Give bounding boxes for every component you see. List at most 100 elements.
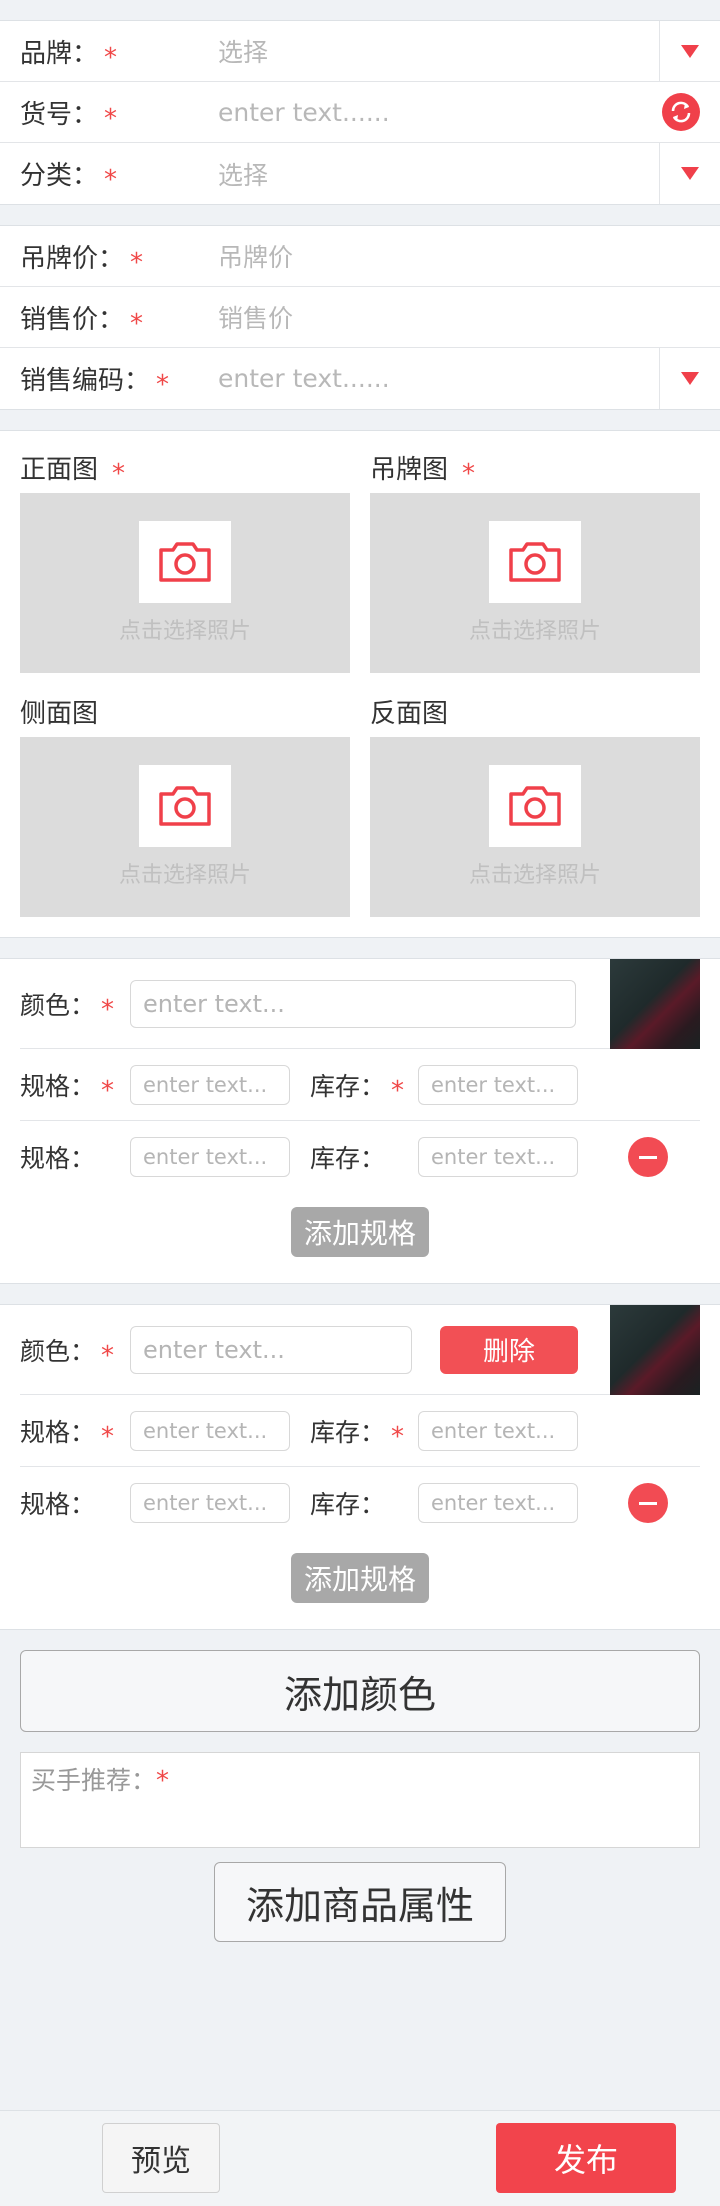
- brand-row[interactable]: 品牌： * 选择: [0, 20, 720, 82]
- stock-label: 库存： *: [310, 1417, 405, 1452]
- add-attribute-button[interactable]: 添加商品属性: [214, 1862, 506, 1942]
- stock-input[interactable]: enter text...: [418, 1483, 578, 1523]
- color-block-2: 颜色： * enter text... 删除 规格： * enter text...…: [0, 1304, 720, 1630]
- item-no-input[interactable]: enter text......: [200, 98, 662, 127]
- required-mark: *: [104, 103, 118, 134]
- tag-price-input[interactable]: 吊牌价: [200, 238, 720, 274]
- item-no-label: 货号： *: [20, 99, 118, 134]
- side-photo-title: 侧面图: [20, 699, 99, 729]
- triangle-down-icon: [681, 44, 699, 58]
- stock-input[interactable]: enter text...: [418, 1137, 578, 1177]
- spec-row: 规格： * enter text... 库存： * enter text...: [20, 1049, 700, 1121]
- sale-code-row: 销售编码： * enter text......: [0, 348, 720, 409]
- minus-icon: [639, 1501, 657, 1505]
- required-mark: *: [391, 1421, 405, 1452]
- spec-input[interactable]: enter text...: [130, 1137, 290, 1177]
- required-mark: *: [101, 1075, 115, 1106]
- sale-code-input[interactable]: enter text......: [200, 364, 659, 393]
- refresh-icon[interactable]: [662, 93, 700, 131]
- tag-price-row: 吊牌价： * 吊牌价: [0, 226, 720, 287]
- stock-input[interactable]: enter text...: [418, 1064, 578, 1105]
- sale-code-label: 销售编码： *: [20, 366, 170, 400]
- delete-color-button[interactable]: 删除: [440, 1325, 578, 1374]
- publish-button[interactable]: 发布: [496, 2123, 676, 2193]
- preview-button[interactable]: 预览: [102, 2123, 220, 2193]
- color-input[interactable]: enter text...: [130, 1325, 412, 1374]
- required-mark: *: [156, 1766, 170, 1796]
- brand-dropdown-arrow[interactable]: [659, 20, 720, 82]
- tag-price-label: 吊牌价： *: [20, 243, 144, 278]
- back-photo-title: 反面图: [370, 699, 449, 729]
- front-photo-cell: 正面图 * 点击选择照片: [20, 447, 350, 691]
- back-photo-picker[interactable]: 点击选择照片: [370, 737, 700, 917]
- required-mark: *: [156, 370, 170, 400]
- spec-input[interactable]: enter text...: [130, 1410, 290, 1451]
- buyer-recommend-field[interactable]: 买手推荐：*: [20, 1752, 700, 1848]
- back-photo-cell: 反面图 点击选择照片: [370, 691, 700, 917]
- brand-select[interactable]: 选择: [200, 33, 659, 69]
- color-row: 颜色： * enter text...: [20, 959, 700, 1049]
- tag-photo-cell: 吊牌图 * 点击选择照片: [370, 447, 700, 691]
- add-color-button[interactable]: 添加颜色: [20, 1650, 700, 1732]
- stock-label: 库存： *: [310, 1071, 405, 1106]
- photos-section: 正面图* 点击选择照片 吊牌图* 点击选择照片 侧面图 点击选择照片 反面图: [0, 430, 720, 938]
- category-select[interactable]: 选择: [200, 156, 659, 192]
- color-row: 颜色： * enter text... 删除: [20, 1305, 700, 1395]
- category-row[interactable]: 分类： * 选择: [0, 143, 720, 204]
- required-mark: *: [104, 165, 118, 195]
- required-mark: *: [130, 247, 144, 278]
- side-photo-picker[interactable]: 点击选择照片: [20, 737, 350, 917]
- tag-photo-picker[interactable]: 点击选择照片: [370, 493, 700, 673]
- color-block-1: 颜色： * enter text... 规格： * enter text... 库存…: [0, 958, 720, 1284]
- color-thumbnail[interactable]: [610, 1305, 700, 1395]
- basic-info-section: 品牌： * 选择 货号： * enter text...... 分类： * 选择: [0, 20, 720, 205]
- required-mark: *: [101, 1421, 115, 1452]
- color-thumbnail[interactable]: [610, 959, 700, 1049]
- spec-row: 规格： enter text... 库存： enter text...: [20, 1121, 700, 1193]
- bottom-action-bar: 预览 发布: [0, 2110, 720, 2206]
- color-label: 颜色： *: [20, 1336, 115, 1371]
- photo-hint: 点击选择照片: [118, 863, 251, 888]
- spec-label: 规格： *: [20, 1071, 115, 1106]
- front-photo-title: 正面图 *: [20, 455, 126, 489]
- sale-price-input[interactable]: 销售价: [200, 299, 720, 335]
- price-section: 吊牌价： * 吊牌价 销售价： * 销售价 销售编码： * enter text...…: [0, 225, 720, 410]
- required-mark: *: [112, 459, 126, 489]
- camera-icon: [489, 765, 581, 847]
- side-photo-cell: 侧面图 点击选择照片: [20, 691, 350, 917]
- tag-photo-title: 吊牌图 *: [370, 455, 476, 489]
- remove-spec-button[interactable]: [628, 1483, 668, 1523]
- required-mark: *: [101, 994, 115, 1025]
- buyer-recommend-label: 买手推荐：: [31, 1766, 157, 1795]
- spec-row: 规格： * enter text... 库存： * enter text...: [20, 1395, 700, 1467]
- minus-icon: [639, 1155, 657, 1159]
- stock-label: 库存：: [310, 1144, 386, 1173]
- category-dropdown-arrow[interactable]: [659, 143, 720, 204]
- add-spec-button[interactable]: 添加规格: [291, 1207, 429, 1257]
- camera-icon: [139, 765, 231, 847]
- spec-input[interactable]: enter text...: [130, 1483, 290, 1523]
- color-label: 颜色： *: [20, 990, 115, 1025]
- sale-code-dropdown-arrow[interactable]: [659, 348, 720, 409]
- item-no-row: 货号： * enter text......: [0, 82, 720, 143]
- spec-label: 规格：: [20, 1490, 96, 1519]
- photo-hint: 点击选择照片: [118, 619, 251, 644]
- remove-spec-button[interactable]: [628, 1137, 668, 1177]
- spec-label: 规格：: [20, 1144, 96, 1173]
- brand-label: 品牌： *: [20, 38, 118, 73]
- required-mark: *: [130, 308, 144, 339]
- photo-hint: 点击选择照片: [468, 619, 601, 644]
- spec-label: 规格： *: [20, 1417, 115, 1452]
- stock-input[interactable]: enter text...: [418, 1410, 578, 1451]
- front-photo-picker[interactable]: 点击选择照片: [20, 493, 350, 673]
- sale-price-row: 销售价： * 销售价: [0, 287, 720, 348]
- required-mark: *: [101, 1340, 115, 1371]
- spec-input[interactable]: enter text...: [130, 1064, 290, 1105]
- camera-icon: [489, 521, 581, 603]
- category-label: 分类： *: [20, 161, 118, 195]
- add-spec-button[interactable]: 添加规格: [291, 1553, 429, 1603]
- color-input[interactable]: enter text...: [130, 979, 576, 1028]
- spec-row: 规格： enter text... 库存： enter text...: [20, 1467, 700, 1539]
- camera-icon: [139, 521, 231, 603]
- triangle-down-icon: [681, 167, 699, 180]
